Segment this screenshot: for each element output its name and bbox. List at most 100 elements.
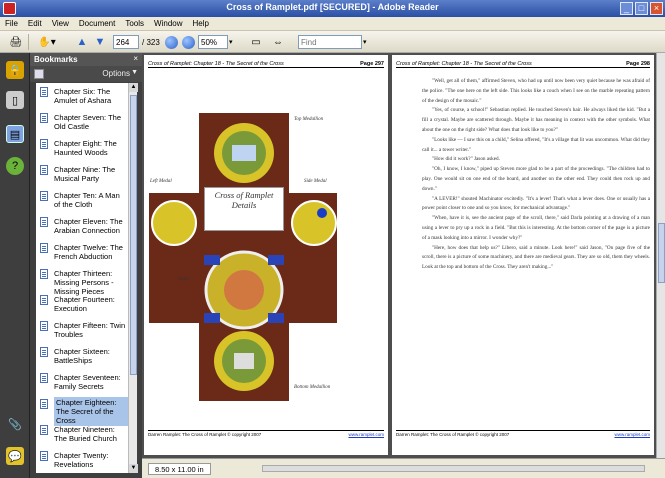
menu-edit[interactable]: Edit	[23, 17, 47, 30]
cross-illustration: Cross of Ramplet Details Top Medallion L…	[144, 55, 388, 455]
find-input[interactable]	[298, 35, 362, 49]
menu-tools[interactable]: Tools	[120, 17, 149, 30]
page-total: / 323	[142, 37, 160, 47]
bookmark-label: Chapter Twelve: The French Abduction	[54, 243, 123, 261]
header-title: Cross of Ramplet: Chapter 18 - The Secre…	[396, 61, 532, 67]
bookmark-page-icon	[40, 113, 48, 123]
close-button[interactable]: ×	[650, 2, 663, 15]
bookmark-label: Chapter Fourteen: Execution	[54, 295, 115, 313]
scroll-down-icon[interactable]: ▼	[129, 464, 138, 473]
menu-window[interactable]: Window	[149, 17, 187, 30]
page-number: Page 298	[626, 61, 650, 67]
running-footer: Darren Ramplet: The Cross of Ramplet © c…	[148, 430, 384, 437]
menu-file[interactable]: File	[0, 17, 23, 30]
bookmark-label: Chapter Eleven: The Arabian Connection	[54, 217, 123, 235]
paragraph: "A LEVER!" shouted Machinator excitedly.…	[422, 195, 650, 212]
bookmarks-scrollbar[interactable]: ▲ ▼	[128, 83, 138, 473]
arrow-down-icon: ▼	[94, 36, 106, 48]
options-menu[interactable]: Options	[102, 69, 130, 78]
bookmark-label: Chapter Eight: The Haunted Woods	[54, 139, 117, 157]
paragraph: "Here, how does that help us?" Libero, s…	[422, 244, 650, 271]
bookmarks-options-bar: Options ▼	[30, 66, 142, 82]
footer-copyright: Darren Ramplet: The Cross of Ramplet © c…	[396, 432, 510, 437]
bookmark-label: Chapter Seven: The Old Castle	[54, 113, 121, 131]
bookmark-page-icon	[40, 165, 48, 175]
bookmarks-icon[interactable]: ▤	[6, 125, 24, 143]
page-number-input[interactable]	[113, 35, 139, 49]
next-page-button[interactable]: ▼	[92, 34, 108, 50]
bookmarks-title: Bookmarks	[34, 55, 78, 64]
bookmark-page-icon	[40, 269, 48, 279]
zoom-out-button[interactable]	[163, 34, 179, 50]
help-icon[interactable]: ?	[6, 157, 24, 175]
fit-width-icon[interactable]: ⇔	[270, 34, 286, 50]
menu-view[interactable]: View	[47, 17, 74, 30]
caption-heart: Heart	[178, 277, 190, 282]
bookmark-label: Chapter Twenty: Revelations	[54, 451, 109, 469]
paragraph: "When, have it is, see the ancient page …	[422, 215, 650, 241]
bookmarks-list: Chapter Six: The Amulet of Ashara Chapter…	[36, 83, 128, 473]
chevron-down-icon[interactable]: ▼	[131, 69, 138, 76]
bookmark-page-icon	[40, 295, 48, 305]
zoom-in-icon	[181, 35, 195, 49]
zoom-out-icon	[164, 35, 178, 49]
bookmark-page-icon	[40, 87, 48, 97]
find-dropdown-icon[interactable]: ▾	[363, 34, 367, 50]
caption-left-medal: Left Medal	[150, 179, 172, 184]
attachment-icon[interactable]: 📎	[6, 415, 24, 433]
paragraph: "Yes, of course, a school!" Sebastian re…	[422, 107, 650, 133]
paragraph: "Oh, I know, I know," piped up Steven mo…	[422, 166, 650, 192]
bookmark-label: Chapter Ten: A Man of the Cloth	[54, 191, 120, 209]
fit-page-icon[interactable]: ▭	[248, 34, 264, 50]
caption-top-medallion: Top Medallion	[294, 117, 324, 122]
scrollbar-thumb[interactable]	[130, 95, 137, 375]
zoom-in-button[interactable]	[180, 34, 196, 50]
page-body-text: "Well, get all of them," affirmed Steven…	[422, 77, 650, 273]
page-298: Cross of Ramplet: Chapter 18 - The Secre…	[392, 55, 654, 455]
bookmark-page-icon	[40, 399, 48, 409]
bookmark-label: Chapter Thirteen: Missing Persons - Miss…	[54, 269, 114, 296]
running-header: Cross of Ramplet: Chapter 18 - The Secre…	[396, 61, 650, 68]
bookmark-page-icon	[40, 139, 48, 149]
document-view[interactable]: Cross of Ramplet: Chapter 18 - The Secre…	[142, 53, 665, 458]
scroll-up-icon[interactable]: ▲	[129, 83, 138, 92]
lock-icon[interactable]: 🔒	[6, 61, 24, 79]
footer-link[interactable]: www.ramplet.com	[348, 432, 384, 437]
title-bar: Cross of Ramplet.pdf [SECURED] - Adobe R…	[0, 0, 665, 17]
pages-icon[interactable]: ▯	[6, 91, 24, 109]
close-panel-icon[interactable]: ×	[133, 54, 138, 63]
zoom-dropdown-icon[interactable]: ▾	[229, 34, 233, 50]
bookmark-label: Chapter Seventeen: Family Secrets	[54, 373, 121, 391]
horizontal-scrollbar[interactable]	[262, 465, 645, 472]
document-scrollbar[interactable]	[656, 53, 665, 458]
menu-help[interactable]: Help	[188, 17, 214, 30]
zoom-input[interactable]	[198, 35, 228, 49]
toolbar: 🖨 ✋▾ ▲ ▼ / 323 ▾ ▭ ⇔ ▾	[0, 31, 665, 53]
bookmark-new-icon[interactable]	[34, 69, 44, 79]
window-title: Cross of Ramplet.pdf [SECURED] - Adobe R…	[226, 2, 439, 12]
paragraph: "Looks like — I saw this on a child," Se…	[422, 136, 650, 153]
bookmark-label: Chapter Sixteen: BattleShips	[54, 347, 110, 365]
maximize-button[interactable]: □	[635, 2, 648, 15]
bookmark-label: Chapter Fifteen: Twin Troubles	[54, 321, 126, 339]
scrollbar-thumb[interactable]	[658, 223, 665, 283]
bookmark-page-icon	[40, 373, 48, 383]
cross-drawing	[149, 113, 337, 401]
caption-bottom-medallion: Bottom Medallion	[294, 385, 331, 390]
cross-title-card: Cross of Ramplet Details	[204, 187, 284, 231]
menu-document[interactable]: Document	[74, 17, 120, 30]
bookmark-page-icon	[40, 425, 48, 435]
comments-icon[interactable]: 💬	[6, 447, 24, 465]
bookmarks-header: Bookmarks ×	[30, 53, 142, 66]
bookmark-item[interactable]: Chapter Twenty: Revelations	[36, 449, 128, 473]
minimize-button[interactable]: _	[620, 2, 633, 15]
bookmark-label: Chapter Six: The Amulet of Ashara	[54, 87, 112, 105]
hand-tool-icon[interactable]: ✋▾	[36, 34, 58, 50]
caption-side-medal: Side Medal	[304, 179, 327, 184]
previous-page-button[interactable]: ▲	[74, 34, 90, 50]
running-footer: Darren Ramplet: The Cross of Ramplet © c…	[396, 430, 650, 437]
footer-link[interactable]: www.ramplet.com	[614, 432, 650, 437]
bookmark-label: Chapter Eighteen: The Secret of the Cros…	[54, 397, 128, 426]
toolbar-separator	[28, 34, 29, 50]
print-icon[interactable]: 🖨	[8, 34, 24, 50]
